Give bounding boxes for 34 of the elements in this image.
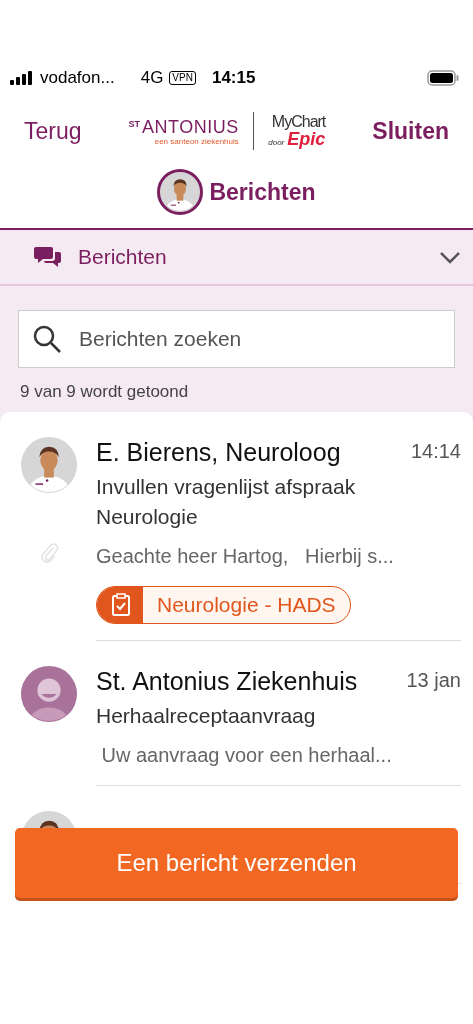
signal-icon [10,71,34,85]
vpn-indicator: VPN [169,71,196,85]
clock: 14:15 [211,68,256,88]
sender-name: E. Bierens, Neuroloog [96,437,342,468]
message-preview: Uw aanvraag voor een herhaal... [100,743,393,768]
chevron-icon[interactable] [439,250,461,264]
logo-text: Epic [287,130,326,148]
search-icon [32,324,62,354]
search-field[interactable]: Berichten zoeken [18,310,455,368]
avatar-icon [20,436,78,494]
carrier-name: vodafon... [40,68,115,88]
message-time: 14:14 [409,439,461,463]
message-preview: Geachte heer Hartog, Hierbij s... [96,544,395,569]
message-subject: Herhaalreceptaanvraag [96,703,317,729]
back-link[interactable]: Terug [24,117,82,145]
logo-text: door [268,139,285,147]
avatar-icon [157,169,204,215]
sender-name: St. Antonius Ziekenhuis [96,666,359,697]
message-time: 13 jan [405,668,461,692]
section-label: Berichten [78,245,168,269]
avatar-icon [20,665,78,723]
result-count: 9 van 9 wordt getoond [19,381,190,403]
logo-tagline: een santeon ziekenhuis [154,136,239,146]
logo-text: ST [128,118,141,129]
task-chip[interactable]: Neurologie - HADS [96,586,351,624]
clipboard-check-icon [111,593,131,617]
chat-icon [34,245,62,269]
network-type: 4G [140,68,164,88]
message-subject: Invullen vragenlijst afspraak Neurologie [96,474,357,530]
logo-text: MyChart [271,114,326,130]
page-title: Berichten [209,178,316,206]
battery-icon [427,70,459,86]
close-link[interactable]: Sluiten [372,117,449,145]
logo-text: ANTONIUS [142,116,239,137]
